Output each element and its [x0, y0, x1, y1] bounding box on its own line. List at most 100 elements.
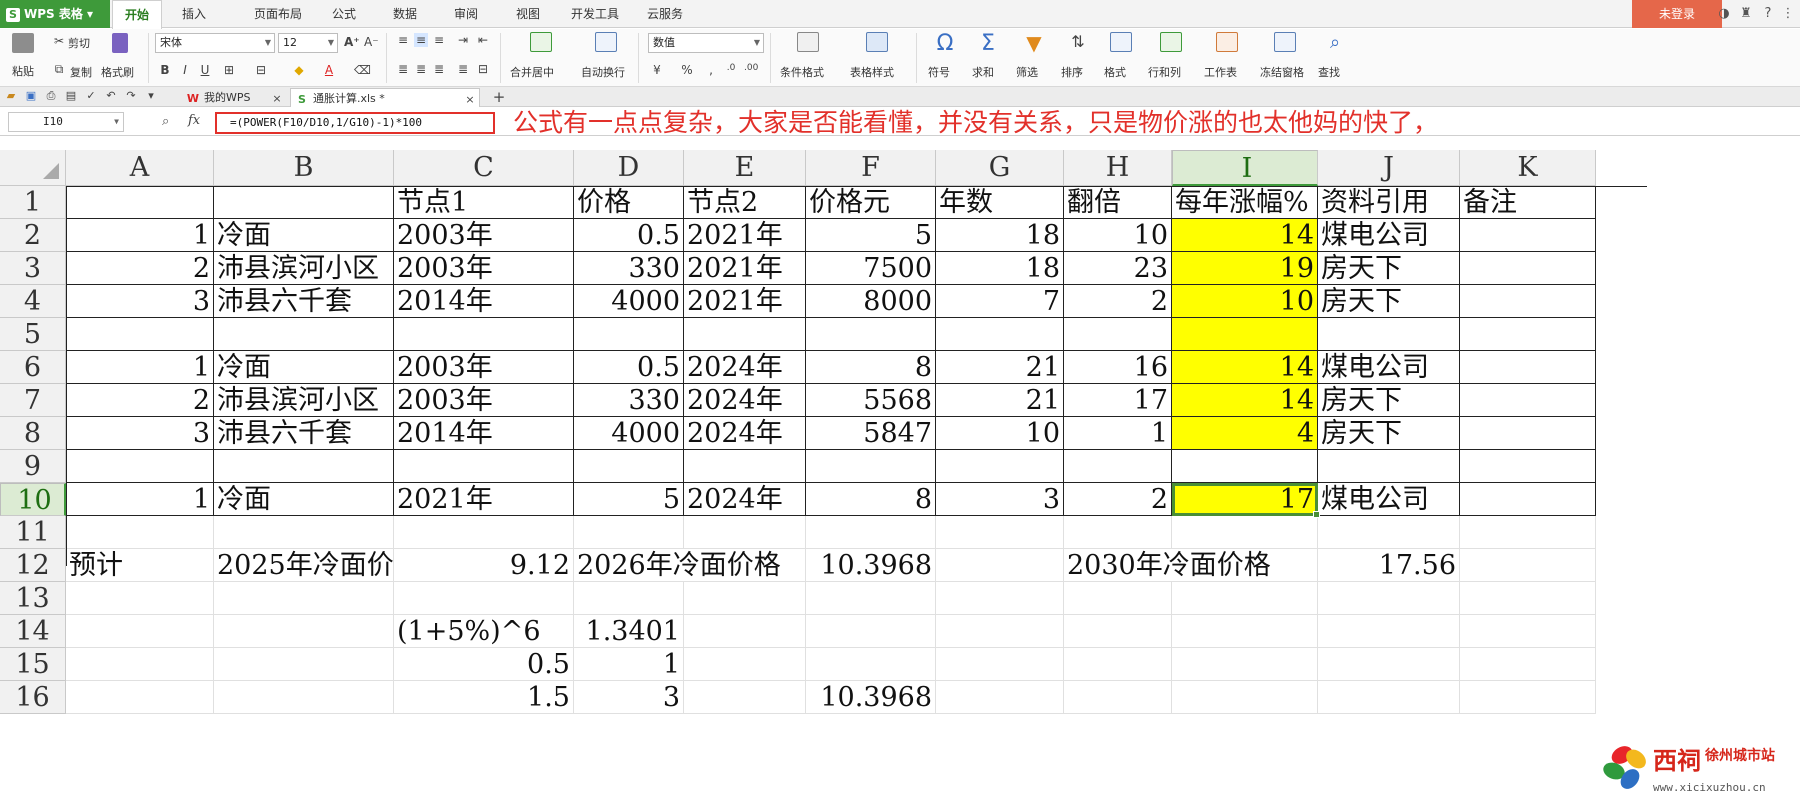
tab-cloud[interactable]: 云服务	[637, 0, 693, 28]
distributed-icon[interactable]: ⊟	[476, 62, 490, 76]
font-color-icon[interactable]: A	[322, 63, 336, 77]
freeze-panes-button[interactable]: 冻结窗格	[1260, 64, 1304, 80]
align-center-icon[interactable]: ≣	[414, 62, 428, 76]
empty-cell[interactable]	[214, 516, 394, 549]
cell-e1[interactable]: 节点2	[684, 186, 806, 219]
shrink-font-icon[interactable]: A⁻	[364, 35, 379, 49]
empty-cell[interactable]	[66, 648, 214, 681]
magnifier-find-icon[interactable]: ⌕	[1323, 32, 1347, 53]
cell-f4[interactable]: 8000	[806, 285, 936, 318]
cell-f1[interactable]: 价格元	[806, 186, 936, 219]
column-header-c[interactable]: C	[394, 150, 574, 186]
row-header-15[interactable]: 15	[0, 648, 66, 681]
empty-cell[interactable]	[684, 681, 806, 714]
empty-cell[interactable]	[1064, 516, 1172, 549]
row-column-button[interactable]: 行和列	[1148, 64, 1181, 80]
fill-handle[interactable]	[1313, 511, 1320, 518]
tab-page-layout[interactable]: 页面布局	[248, 0, 308, 28]
empty-cell[interactable]	[1064, 648, 1172, 681]
cell-e4[interactable]: 2021年	[684, 285, 806, 318]
row-header-2[interactable]: 2	[0, 219, 66, 252]
cell-c6[interactable]: 2003年	[394, 351, 574, 384]
align-top-icon[interactable]: ≡	[396, 33, 410, 47]
cell-c7[interactable]: 2003年	[394, 384, 574, 417]
print-preview-icon[interactable]: ▤	[64, 89, 78, 102]
copy-icon[interactable]: ⧉	[52, 62, 66, 77]
empty-cell[interactable]	[1172, 318, 1318, 351]
skin-icon[interactable]: ◑	[1716, 6, 1732, 22]
funnel-filter-icon[interactable]: ▼	[1022, 31, 1046, 55]
cell-a6[interactable]: 1	[66, 351, 214, 384]
cell-a7[interactable]: 2	[66, 384, 214, 417]
cell-c10[interactable]: 2021年	[394, 483, 574, 516]
empty-cell[interactable]	[394, 582, 574, 615]
cell-j1[interactable]: 资料引用	[1318, 186, 1460, 219]
worksheet-icon[interactable]	[1216, 32, 1238, 52]
cell-d3[interactable]: 330	[574, 252, 684, 285]
column-header-f[interactable]: F	[806, 150, 936, 186]
more-icon[interactable]: ⋮	[1780, 6, 1796, 22]
paste-icon[interactable]	[12, 33, 34, 53]
cell-j7[interactable]: 房天下	[1318, 384, 1460, 417]
copy-button[interactable]: 复制	[70, 64, 92, 80]
cell-i6[interactable]: 14	[1172, 351, 1318, 384]
empty-cell[interactable]	[66, 516, 214, 549]
column-header-h[interactable]: H	[1064, 150, 1172, 186]
empty-cell[interactable]	[1460, 285, 1596, 318]
row-header-13[interactable]: 13	[0, 582, 66, 615]
empty-cell[interactable]	[66, 615, 214, 648]
close-icon[interactable]: ×	[463, 90, 477, 109]
cell-f8[interactable]: 5847	[806, 417, 936, 450]
cell-e10[interactable]: 2024年	[684, 483, 806, 516]
cell-d10[interactable]: 5	[574, 483, 684, 516]
outdent-icon[interactable]: ⇤	[476, 33, 490, 47]
column-header-i[interactable]: I	[1172, 150, 1318, 186]
empty-cell[interactable]	[806, 516, 936, 549]
cell-b8[interactable]: 沛县六千套	[214, 417, 394, 450]
app-menu-button[interactable]: S WPS 表格 ▾	[0, 0, 110, 28]
tab-developer[interactable]: 开发工具	[563, 0, 627, 28]
column-header-g[interactable]: G	[936, 150, 1064, 186]
row-header-12[interactable]: 12	[0, 549, 66, 582]
cell-b10[interactable]: 冷面	[214, 483, 394, 516]
cell-g4[interactable]: 7	[936, 285, 1064, 318]
empty-cell[interactable]	[806, 648, 936, 681]
cell-j8[interactable]: 房天下	[1318, 417, 1460, 450]
cell-c16[interactable]: 1.5	[394, 681, 574, 714]
cell-b12[interactable]: 2025年冷面价格	[214, 549, 394, 582]
omega-symbol-icon[interactable]: Ω	[933, 31, 957, 56]
row-header-3[interactable]: 3	[0, 252, 66, 285]
auto-wrap-button[interactable]: 自动换行	[581, 64, 625, 80]
empty-cell[interactable]	[394, 450, 574, 483]
cell-d6[interactable]: 0.5	[574, 351, 684, 384]
find-button[interactable]: 查找	[1318, 64, 1340, 80]
empty-cell[interactable]	[936, 318, 1064, 351]
cell-i4[interactable]: 10	[1172, 285, 1318, 318]
empty-cell[interactable]	[1460, 351, 1596, 384]
sum-button[interactable]: 求和	[972, 64, 994, 80]
cell-i8[interactable]: 4	[1172, 417, 1318, 450]
empty-cell[interactable]	[214, 615, 394, 648]
help-icon[interactable]: ?	[1760, 6, 1776, 22]
row-header-16[interactable]: 16	[0, 681, 66, 714]
open-folder-icon[interactable]: ▰	[4, 89, 18, 102]
align-left-icon[interactable]: ≣	[396, 62, 410, 76]
cell-e6[interactable]: 2024年	[684, 351, 806, 384]
tab-data[interactable]: 数据	[383, 0, 427, 28]
format-painter-icon[interactable]	[112, 33, 128, 53]
empty-cell[interactable]	[1318, 582, 1460, 615]
empty-cell[interactable]	[936, 549, 1064, 582]
undo-icon[interactable]: ↶	[104, 89, 118, 102]
cell-h10[interactable]: 2	[1064, 483, 1172, 516]
row-header-6[interactable]: 6	[0, 351, 66, 384]
cell-i3[interactable]: 19	[1172, 252, 1318, 285]
empty-cell[interactable]	[684, 615, 806, 648]
empty-cell[interactable]	[1172, 516, 1318, 549]
print-icon[interactable]: ⎙	[44, 89, 58, 103]
close-icon[interactable]: ×	[270, 89, 284, 108]
align-bottom-icon[interactable]: ≡	[432, 33, 446, 47]
empty-cell[interactable]	[936, 450, 1064, 483]
row-column-icon[interactable]	[1160, 32, 1182, 52]
decrease-decimal-icon[interactable]: .00	[744, 63, 758, 73]
cell-g2[interactable]: 18	[936, 219, 1064, 252]
